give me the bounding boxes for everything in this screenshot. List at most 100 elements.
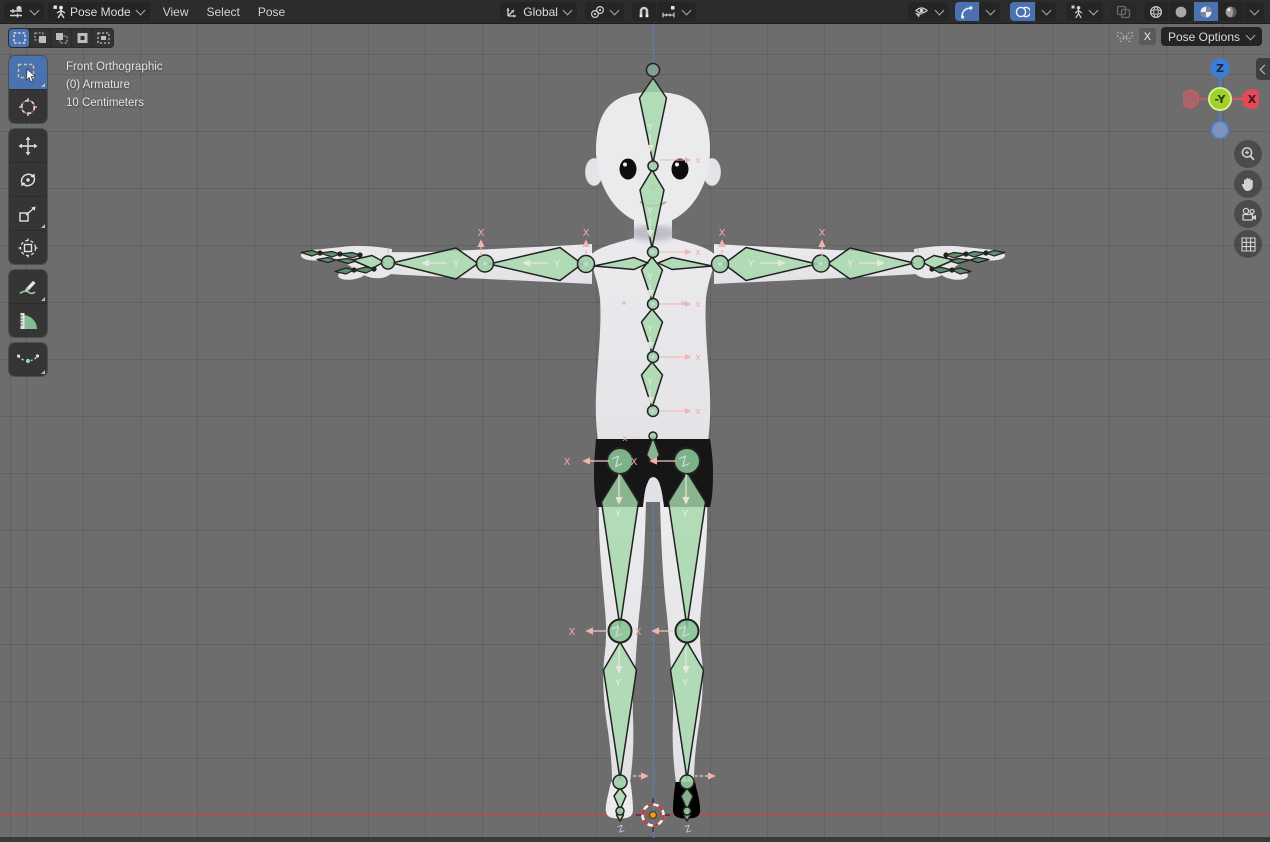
axis-label-y: Y: [646, 207, 653, 217]
tool-measure[interactable]: [9, 304, 47, 337]
transform-icon: [17, 238, 39, 258]
scene-canvas[interactable]: X X X X X X X X x: [0, 0, 1270, 842]
origin-dot: [650, 812, 657, 819]
axis-label-y: Y: [614, 509, 622, 520]
shading-wireframe-button[interactable]: [1144, 2, 1168, 21]
axis-label-x-small: x: [695, 156, 700, 166]
axis-label-x: X: [583, 228, 590, 239]
toggle-xray-button[interactable]: [1111, 2, 1136, 21]
mirror-x-toggle[interactable]: X: [1139, 28, 1156, 45]
rendered-sphere-icon: [1224, 5, 1238, 19]
toggle-ortho-button[interactable]: [1234, 230, 1262, 258]
tool-pose-breakdowner[interactable]: [9, 343, 47, 376]
shading-material-button[interactable]: [1194, 2, 1218, 21]
select-box-icon: [17, 63, 39, 83]
chevron-down-icon: [30, 5, 40, 15]
axis-label-x-small: x: [695, 353, 700, 363]
view-name-text: Front Orthographic: [66, 58, 163, 76]
gizmo-minus-z-axis[interactable]: [1212, 122, 1229, 139]
mode-dropdown[interactable]: Pose Mode: [48, 2, 150, 21]
joint-head-top[interactable]: [647, 64, 660, 77]
chevron-down-icon: [1089, 5, 1099, 15]
orientation-axes-icon: [505, 5, 519, 19]
shading-solid-button[interactable]: [1169, 2, 1193, 21]
chevron-down-icon: [935, 5, 945, 15]
menu-pose[interactable]: Pose: [249, 0, 294, 23]
select-mode-set[interactable]: [9, 29, 29, 47]
tool-scale[interactable]: [9, 197, 47, 231]
snap-increment-icon: [662, 5, 677, 19]
pose-breakdowner-icon: [16, 350, 40, 370]
snap-toggle[interactable]: [632, 2, 656, 21]
chevron-down-icon: [1250, 5, 1260, 15]
menu-view[interactable]: View: [154, 0, 198, 23]
object-visibility-dropdown[interactable]: [908, 2, 949, 21]
joint-ankle-right[interactable]: [680, 775, 694, 789]
sidebar-toggle[interactable]: [1256, 58, 1270, 80]
orientation-dropdown[interactable]: Global: [500, 2, 577, 21]
subtool-indicator: [41, 297, 45, 301]
joint-ball-right[interactable]: [683, 807, 691, 815]
menu-select[interactable]: Select: [198, 0, 249, 23]
show-gizmo-toggle[interactable]: [955, 2, 979, 21]
tool-transform[interactable]: [9, 231, 47, 264]
joint-ball-left[interactable]: [616, 807, 624, 815]
grid-scale-text: 10 Centimeters: [66, 94, 163, 112]
gizmo-x-label: X: [1248, 93, 1257, 106]
joint-neck-upper[interactable]: [648, 161, 658, 171]
gizmo-dropdown[interactable]: [980, 2, 1000, 21]
gizmo-minus-x-axis[interactable]: [1183, 91, 1199, 108]
select-mode-subtract[interactable]: [51, 29, 71, 47]
tool-select-box[interactable]: [9, 56, 47, 90]
joint-wrist-left[interactable]: [382, 256, 395, 269]
axis-label-x: X: [819, 228, 826, 239]
chevron-down-icon: [1042, 5, 1052, 15]
rotate-icon: [17, 170, 39, 190]
axis-label-x: X: [478, 228, 485, 239]
tool-move[interactable]: [9, 129, 47, 163]
select-mode-extend[interactable]: [30, 29, 50, 47]
joint-wrist-right[interactable]: [912, 256, 925, 269]
material-sphere-icon: [1199, 5, 1213, 19]
select-mode-buttons: [8, 28, 114, 48]
chevron-down-icon: [610, 5, 620, 15]
chest-dot-left: [622, 301, 626, 305]
chevron-down-icon: [563, 5, 573, 15]
select-mode-intersect[interactable]: [93, 29, 113, 47]
shading-group: [1144, 2, 1264, 21]
tool-rotate[interactable]: [9, 163, 47, 197]
axis-label-z: Z: [684, 824, 693, 835]
joint-pelvis[interactable]: [649, 432, 657, 440]
snap-with-dropdown[interactable]: [657, 2, 696, 21]
pan-button[interactable]: [1234, 170, 1262, 198]
select-mode-invert[interactable]: [72, 29, 92, 47]
editor-type-button[interactable]: [4, 2, 44, 21]
axis-label-y: Y: [452, 259, 460, 270]
zoom-button[interactable]: [1234, 140, 1262, 168]
pose-xray-dropdown[interactable]: [1066, 2, 1103, 21]
gizmo-group: [955, 2, 1000, 21]
3d-cursor[interactable]: [636, 798, 670, 832]
show-overlays-toggle[interactable]: [1010, 2, 1035, 21]
chevron-left-icon: [1259, 64, 1269, 74]
tool-annotate[interactable]: [9, 270, 47, 304]
pivot-point-dropdown[interactable]: [585, 2, 624, 21]
xray-squares-icon: [1116, 5, 1131, 19]
shading-rendered-button[interactable]: [1219, 2, 1243, 21]
navigation-gizmo[interactable]: Z X -Y: [1183, 56, 1259, 147]
camera-view-button[interactable]: [1234, 200, 1262, 228]
axis-label-x-small: x: [695, 248, 700, 258]
axis-label-y: Y: [681, 509, 689, 520]
eye-highlight-left: [623, 163, 627, 167]
joint-ankle-left[interactable]: [613, 775, 627, 789]
pose-options-dropdown[interactable]: Pose Options: [1161, 27, 1262, 46]
editor-type-icon: [9, 5, 25, 19]
axis-label-x: X: [564, 457, 571, 468]
overlays-dropdown[interactable]: [1036, 2, 1056, 21]
tool-cursor[interactable]: [9, 90, 47, 123]
overlays-group: [1010, 2, 1056, 21]
shading-dropdown[interactable]: [1244, 2, 1264, 21]
snap-group: [632, 2, 696, 21]
measure-icon: [17, 311, 39, 331]
scale-icon: [17, 204, 39, 224]
